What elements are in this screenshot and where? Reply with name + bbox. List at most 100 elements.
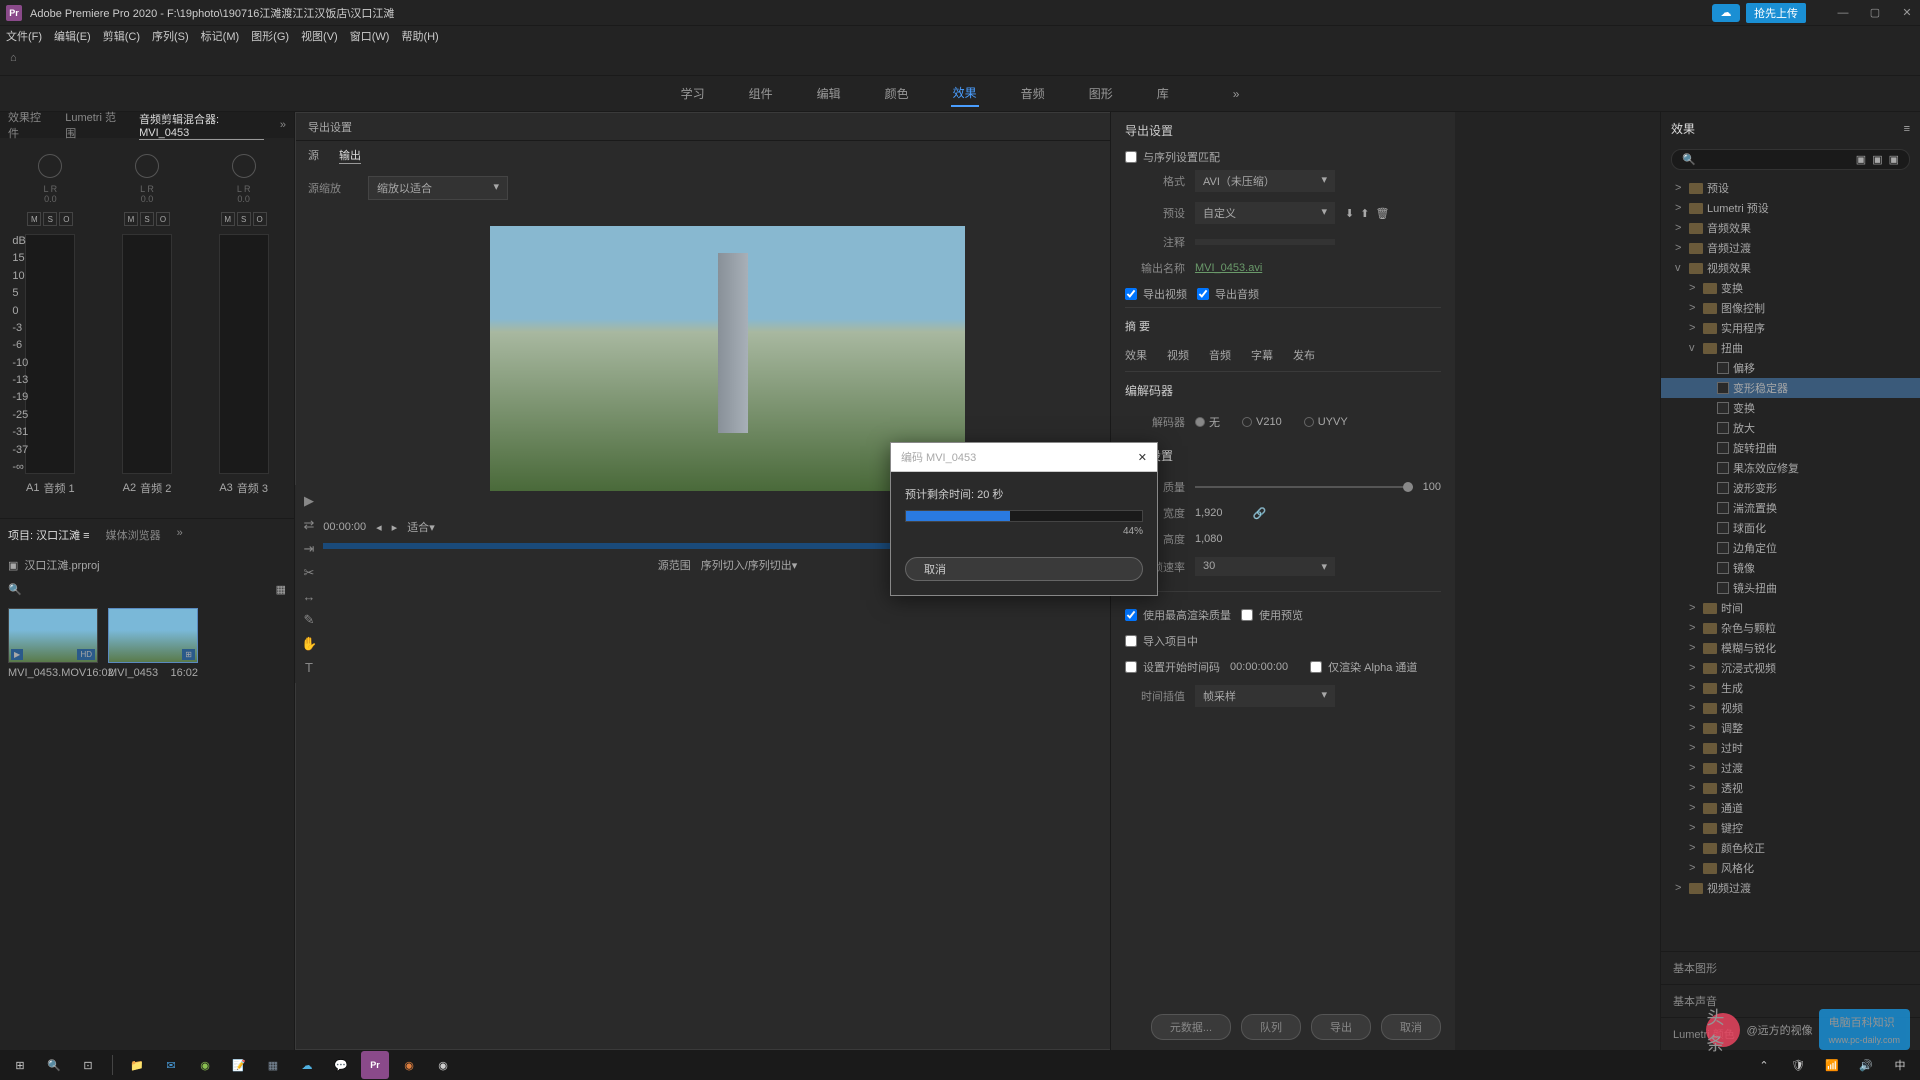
effects-folder[interactable]: >通道: [1661, 798, 1920, 818]
fps-dropdown[interactable]: 30▾: [1195, 557, 1335, 576]
menu-help[interactable]: 帮助(H): [401, 28, 438, 44]
es-tab-video[interactable]: 视频: [1167, 347, 1189, 363]
start-tc-checkbox[interactable]: [1125, 661, 1137, 673]
effects-folder[interactable]: >键控: [1661, 818, 1920, 838]
format-dropdown[interactable]: AVI（未压缩）▾: [1195, 170, 1335, 192]
solo-button[interactable]: S: [43, 212, 57, 226]
effects-folder[interactable]: >过时: [1661, 738, 1920, 758]
volume-icon[interactable]: 🔊: [1852, 1051, 1880, 1079]
ws-learn[interactable]: 学习: [679, 81, 707, 106]
effect-item[interactable]: 边角定位: [1661, 538, 1920, 558]
pan-knob[interactable]: [38, 154, 62, 178]
delete-preset-icon[interactable]: 🗑: [1375, 207, 1389, 220]
effects-folder[interactable]: v视频效果: [1661, 258, 1920, 278]
effect-item[interactable]: 波形变形: [1661, 478, 1920, 498]
effects-folder[interactable]: >透视: [1661, 778, 1920, 798]
tab-output[interactable]: 输出: [339, 147, 361, 164]
comment-input[interactable]: [1195, 239, 1335, 245]
width-value[interactable]: 1,920: [1195, 507, 1223, 519]
effects-folder[interactable]: >音频过渡: [1661, 238, 1920, 258]
menu-window[interactable]: 窗口(W): [350, 28, 390, 44]
menu-edit[interactable]: 编辑(E): [54, 28, 91, 44]
slip-tool-icon[interactable]: ↔: [301, 589, 317, 604]
effect-item[interactable]: 偏移: [1661, 358, 1920, 378]
start-button[interactable]: ⊞: [6, 1051, 34, 1079]
queue-button[interactable]: 队列: [1241, 1014, 1301, 1040]
menu-marker[interactable]: 标记(M): [201, 28, 240, 44]
maximize-button[interactable]: ▢: [1868, 6, 1882, 20]
import-project-checkbox[interactable]: [1125, 635, 1137, 647]
mute-button[interactable]: M: [27, 212, 41, 226]
tab-source[interactable]: 源: [308, 147, 319, 164]
tab-more-icon[interactable]: »: [177, 527, 183, 543]
mute-button[interactable]: M: [221, 212, 235, 226]
preset-dropdown[interactable]: 自定义▾: [1195, 202, 1335, 224]
pen-tool-icon[interactable]: ✎: [301, 612, 317, 628]
effects-folder[interactable]: >音频效果: [1661, 218, 1920, 238]
solo-button[interactable]: S: [140, 212, 154, 226]
height-value[interactable]: 1,080: [1195, 533, 1223, 545]
effects-folder[interactable]: >视频: [1661, 698, 1920, 718]
use-preview-checkbox[interactable]: [1241, 609, 1253, 621]
browser-icon[interactable]: ◉: [191, 1051, 219, 1079]
ripple-tool-icon[interactable]: ⇥: [301, 541, 317, 557]
effects-folder[interactable]: v扭曲: [1661, 338, 1920, 358]
app-icon[interactable]: ◉: [395, 1051, 423, 1079]
export-button[interactable]: 导出: [1311, 1014, 1371, 1040]
calc-icon[interactable]: ▦: [259, 1051, 287, 1079]
close-icon[interactable]: ✕: [1138, 451, 1147, 464]
range-dropdown[interactable]: 序列切入/序列切出▾: [701, 557, 798, 573]
premiere-icon[interactable]: Pr: [361, 1051, 389, 1079]
chrome-icon[interactable]: ◉: [429, 1051, 457, 1079]
tray-icon[interactable]: 🛡: [1784, 1051, 1812, 1079]
effects-folder[interactable]: >变换: [1661, 278, 1920, 298]
effect-item[interactable]: 变换: [1661, 398, 1920, 418]
ws-more-icon[interactable]: »: [1231, 83, 1242, 105]
tab-project[interactable]: 项目: 汉口江滩 ≡: [8, 527, 90, 543]
es-tab-captions[interactable]: 字幕: [1251, 347, 1273, 363]
tray-up-icon[interactable]: ⌃: [1750, 1051, 1778, 1079]
pan-knob[interactable]: [232, 154, 256, 178]
project-clip[interactable]: ⊞ MVI_045316:02: [108, 608, 198, 679]
effect-item[interactable]: 变形稳定器: [1661, 378, 1920, 398]
effects-search[interactable]: 🔍 ▣▣▣: [1671, 149, 1910, 170]
effect-item[interactable]: 镜像: [1661, 558, 1920, 578]
menu-file[interactable]: 文件(F): [6, 28, 42, 44]
menu-sequence[interactable]: 序列(S): [152, 28, 189, 44]
cancel-encode-button[interactable]: 取消: [905, 557, 1143, 581]
effect-item[interactable]: 果冻效应修复: [1661, 458, 1920, 478]
effects-folder[interactable]: >时间: [1661, 598, 1920, 618]
codec-uyvy-radio[interactable]: UYVY: [1304, 416, 1348, 428]
mute-button[interactable]: M: [124, 212, 138, 226]
quality-slider[interactable]: [1195, 486, 1413, 488]
record-button[interactable]: O: [253, 212, 267, 226]
minimize-button[interactable]: —: [1836, 6, 1850, 20]
max-render-checkbox[interactable]: [1125, 609, 1137, 621]
fit-dropdown[interactable]: 适合▾: [407, 519, 457, 535]
tab-media-browser[interactable]: 媒体浏览器: [106, 527, 161, 543]
explorer-icon[interactable]: 📁: [123, 1051, 151, 1079]
cancel-button[interactable]: 取消: [1381, 1014, 1441, 1040]
effects-folder[interactable]: >沉浸式视频: [1661, 658, 1920, 678]
home-icon[interactable]: ⌂: [10, 52, 28, 70]
record-button[interactable]: O: [156, 212, 170, 226]
project-clip[interactable]: ▶HD MVI_0453.MOV16:02: [8, 608, 98, 679]
output-name-link[interactable]: MVI_0453.avi: [1195, 262, 1262, 274]
filter-icon[interactable]: ▣: [1856, 153, 1866, 166]
es-tab-audio[interactable]: 音频: [1209, 347, 1231, 363]
codec-none-radio[interactable]: 无: [1195, 414, 1220, 430]
step-fwd-icon[interactable]: ▸: [392, 521, 398, 534]
ws-editing[interactable]: 编辑: [815, 81, 843, 106]
tab-audio-mixer[interactable]: 音频剪辑混合器: MVI_0453: [139, 111, 264, 140]
export-video-checkbox[interactable]: [1125, 288, 1137, 300]
effects-folder[interactable]: >图像控制: [1661, 298, 1920, 318]
menu-graphics[interactable]: 图形(G): [251, 28, 289, 44]
track-select-icon[interactable]: ⇄: [301, 517, 317, 533]
tab-more-icon[interactable]: »: [280, 119, 286, 131]
effect-item[interactable]: 球面化: [1661, 518, 1920, 538]
effects-folder[interactable]: >颜色校正: [1661, 838, 1920, 858]
effect-item[interactable]: 旋转扭曲: [1661, 438, 1920, 458]
tab-lumetri-scopes[interactable]: Lumetri 范围: [65, 109, 123, 141]
es-tab-publish[interactable]: 发布: [1293, 347, 1315, 363]
cloud-icon[interactable]: ☁: [293, 1051, 321, 1079]
